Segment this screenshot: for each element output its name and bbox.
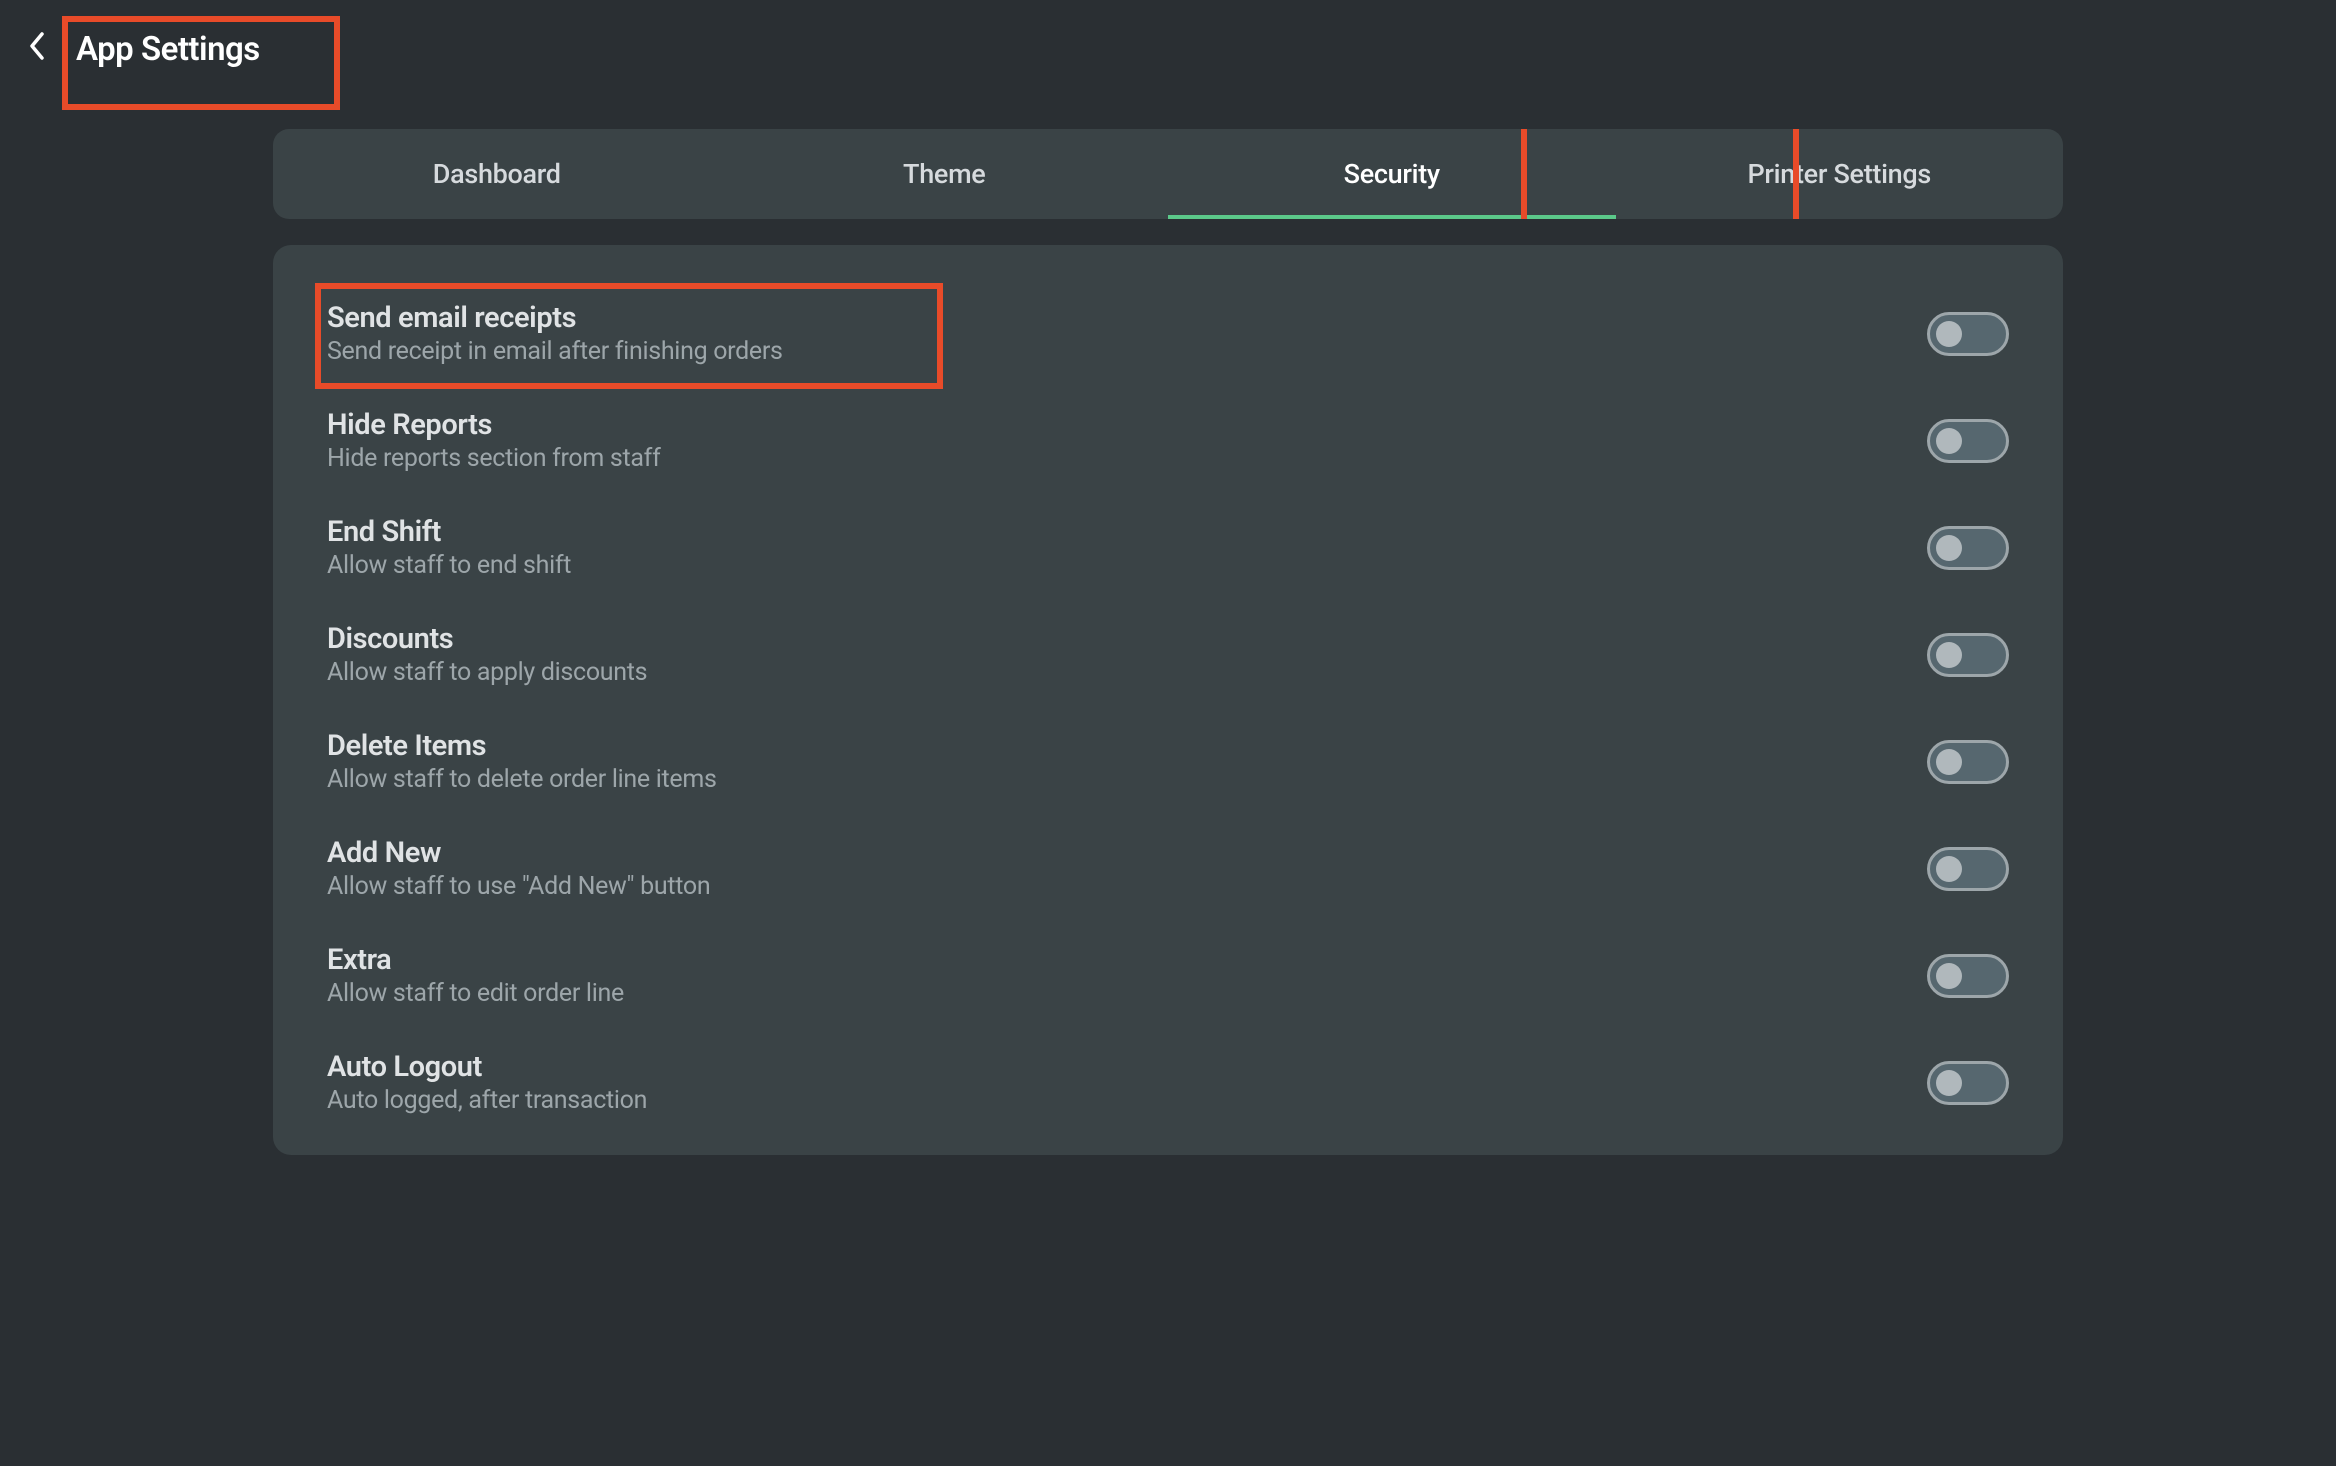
setting-description: Allow staff to edit order line bbox=[327, 979, 624, 1008]
setting-row-end-shift: End Shift Allow staff to end shift bbox=[327, 515, 2009, 622]
setting-title: End Shift bbox=[327, 515, 571, 549]
toggle-knob bbox=[1936, 963, 1962, 989]
tab-bar: Dashboard Theme Security Printer Setting… bbox=[273, 129, 2063, 219]
toggle-knob bbox=[1936, 749, 1962, 775]
setting-description: Send receipt in email after finishing or… bbox=[327, 337, 783, 366]
setting-text: End Shift Allow staff to end shift bbox=[327, 515, 571, 580]
toggle-knob bbox=[1936, 535, 1962, 561]
setting-text: Extra Allow staff to edit order line bbox=[327, 943, 624, 1008]
tab-printer-settings[interactable]: Printer Settings bbox=[1616, 129, 2064, 219]
setting-row-auto-logout: Auto Logout Auto logged, after transacti… bbox=[327, 1050, 2009, 1115]
setting-row-send-email-receipts: Send email receipts Send receipt in emai… bbox=[327, 301, 2009, 408]
setting-title: Auto Logout bbox=[327, 1050, 647, 1084]
setting-text: Discounts Allow staff to apply discounts bbox=[327, 622, 647, 687]
setting-description: Hide reports section from staff bbox=[327, 444, 660, 473]
toggle-knob bbox=[1936, 642, 1962, 668]
tab-label: Printer Settings bbox=[1747, 158, 1931, 190]
toggle-knob bbox=[1936, 1070, 1962, 1096]
back-chevron-icon[interactable] bbox=[28, 32, 46, 67]
toggle-end-shift[interactable] bbox=[1927, 526, 2009, 570]
main-container: Dashboard Theme Security Printer Setting… bbox=[253, 129, 2083, 1155]
setting-row-extra: Extra Allow staff to edit order line bbox=[327, 943, 2009, 1050]
setting-row-add-new: Add New Allow staff to use "Add New" but… bbox=[327, 836, 2009, 943]
toggle-discounts[interactable] bbox=[1927, 633, 2009, 677]
setting-title: Extra bbox=[327, 943, 624, 977]
setting-text: Send email receipts Send receipt in emai… bbox=[327, 301, 783, 366]
tab-label: Theme bbox=[903, 158, 985, 190]
toggle-auto-logout[interactable] bbox=[1927, 1061, 2009, 1105]
setting-title: Hide Reports bbox=[327, 408, 660, 442]
toggle-delete-items[interactable] bbox=[1927, 740, 2009, 784]
setting-row-hide-reports: Hide Reports Hide reports section from s… bbox=[327, 408, 2009, 515]
toggle-knob bbox=[1936, 428, 1962, 454]
toggle-knob bbox=[1936, 856, 1962, 882]
setting-description: Allow staff to delete order line items bbox=[327, 765, 717, 794]
setting-description: Allow staff to apply discounts bbox=[327, 658, 647, 687]
tab-dashboard[interactable]: Dashboard bbox=[273, 129, 721, 219]
setting-title: Delete Items bbox=[327, 729, 717, 763]
setting-description: Auto logged, after transaction bbox=[327, 1086, 647, 1115]
tab-label: Dashboard bbox=[433, 158, 561, 190]
page-title: App Settings bbox=[76, 30, 260, 69]
setting-text: Delete Items Allow staff to delete order… bbox=[327, 729, 717, 794]
setting-title: Send email receipts bbox=[327, 301, 783, 335]
tab-security[interactable]: Security bbox=[1168, 129, 1616, 219]
toggle-send-email-receipts[interactable] bbox=[1927, 312, 2009, 356]
setting-row-delete-items: Delete Items Allow staff to delete order… bbox=[327, 729, 2009, 836]
settings-panel: Send email receipts Send receipt in emai… bbox=[273, 245, 2063, 1155]
toggle-hide-reports[interactable] bbox=[1927, 419, 2009, 463]
setting-description: Allow staff to end shift bbox=[327, 551, 571, 580]
setting-row-discounts: Discounts Allow staff to apply discounts bbox=[327, 622, 2009, 729]
highlight-box-first-setting bbox=[315, 283, 943, 389]
toggle-add-new[interactable] bbox=[1927, 847, 2009, 891]
header: App Settings bbox=[0, 0, 2336, 99]
toggle-knob bbox=[1936, 321, 1962, 347]
setting-text: Auto Logout Auto logged, after transacti… bbox=[327, 1050, 647, 1115]
setting-text: Add New Allow staff to use "Add New" but… bbox=[327, 836, 710, 901]
setting-description: Allow staff to use "Add New" button bbox=[327, 872, 710, 901]
tab-theme[interactable]: Theme bbox=[721, 129, 1169, 219]
tab-label: Security bbox=[1344, 158, 1440, 190]
setting-text: Hide Reports Hide reports section from s… bbox=[327, 408, 660, 473]
setting-title: Discounts bbox=[327, 622, 647, 656]
setting-title: Add New bbox=[327, 836, 710, 870]
toggle-extra[interactable] bbox=[1927, 954, 2009, 998]
